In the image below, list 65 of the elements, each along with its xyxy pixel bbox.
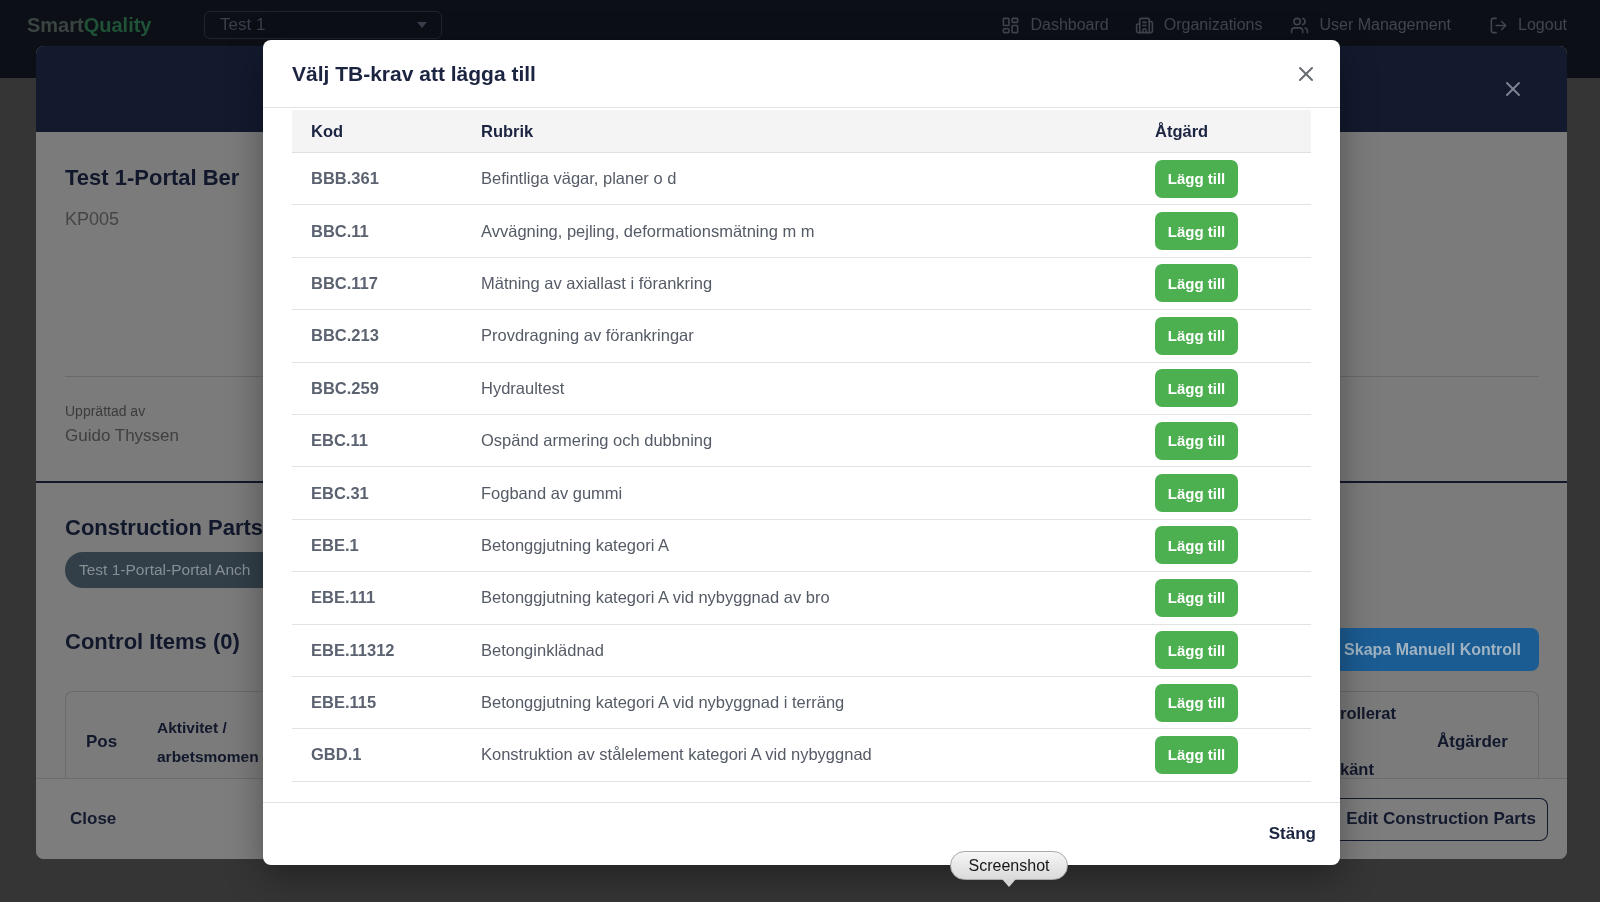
construction-part-tag: Test 1-Portal-Portal Anch	[65, 552, 263, 588]
add-button[interactable]: Lägg till	[1155, 578, 1238, 617]
title-cell-text: Betonggjutning kategori A vid nybyggnad av bro	[480, 588, 831, 608]
code-cell-text: BBB.361	[310, 169, 380, 189]
column-header: känt	[1340, 760, 1374, 778]
add-button[interactable]: Lägg till	[1155, 159, 1238, 198]
column-header: rollerat	[1340, 704, 1396, 722]
add-button[interactable]: Lägg till	[1155, 316, 1238, 355]
title-cell-text: Betonginklädnad	[480, 640, 605, 660]
column-header: Aktivitet / arbetsmomen	[157, 718, 260, 767]
code-cell-text: EBE.111	[310, 588, 377, 608]
nav-link[interactable]: Dashboard	[1001, 15, 1109, 35]
title-cell-text: Betonggjutning kategori A	[480, 535, 671, 555]
dialog-title: Välj TB-krav att lägga till	[292, 61, 536, 86]
column-header: Rubrik	[480, 121, 535, 141]
title-cell-text: Ospänd armering och dubbning	[480, 431, 714, 451]
add-button[interactable]: Lägg till	[1155, 264, 1238, 303]
title-cell-text: Hydraultest	[480, 378, 566, 398]
title-cell-text: Betonggjutning kategori A vid nybyggnad i terräng	[480, 693, 846, 713]
add-button[interactable]: Lägg till	[1155, 736, 1238, 774]
column-header: Åtgärder	[1437, 732, 1509, 752]
column-header: Åtgärd	[1154, 121, 1210, 141]
logout-icon	[1489, 15, 1509, 35]
add-button[interactable]: Lägg till	[1155, 631, 1238, 670]
close-button[interactable]: Close	[70, 809, 117, 829]
title-cell-text: Avvägning, pejling, deformationsmätning m m	[480, 221, 816, 241]
caret-icon	[417, 22, 427, 28]
code-cell-text: EBE.115	[310, 693, 378, 713]
code-cell-text: EBC.11	[310, 431, 369, 451]
tooltip: Screenshot	[950, 851, 1068, 887]
section-title: Construction Parts	[65, 514, 264, 542]
add-button[interactable]: Lägg till	[1155, 421, 1238, 460]
section-title: Control Items (0)	[65, 628, 240, 656]
edit-button[interactable]: Edit Construction Parts	[1340, 797, 1548, 841]
code-cell-text: EBE.1	[310, 535, 360, 555]
nav-link[interactable]: Organizations	[1134, 15, 1263, 35]
title-cell-text: Mätning av axiallast i förankring	[480, 273, 714, 293]
add-button[interactable]: Lägg till	[1155, 369, 1238, 408]
title-cell-text: Konstruktion av stålelement kategori A vid nybyggnad	[480, 745, 873, 765]
code-cell-text: BBC.117	[310, 273, 379, 293]
record-title: Test 1-Portal Ber	[65, 164, 240, 192]
create-control-button[interactable]: Skapa Manuell Kontroll	[1340, 628, 1539, 671]
field-value: Guido Thyssen	[65, 425, 180, 447]
field-label: Upprättad av	[65, 402, 146, 420]
title-cell-text: Provdragning av förankringar	[480, 326, 695, 346]
column-header: Pos	[86, 732, 119, 752]
code-cell-text: BBC.11	[310, 221, 370, 241]
users-icon	[1290, 15, 1310, 35]
dashboard-icon	[1001, 15, 1021, 35]
code-cell-text: GBD.1	[310, 745, 363, 765]
code-cell-text: EBE.11312	[310, 640, 396, 660]
add-button[interactable]: Lägg till	[1155, 526, 1238, 565]
add-button[interactable]: Lägg till	[1155, 683, 1238, 722]
code-cell-text: EBC.31	[310, 483, 370, 503]
building-icon	[1134, 15, 1154, 35]
close-button[interactable]: Stäng	[1268, 824, 1316, 844]
add-button[interactable]: Lägg till	[1155, 474, 1238, 513]
column-header: Kod	[310, 121, 345, 141]
add-button[interactable]: Lägg till	[1155, 212, 1238, 251]
code-cell-text: BBC.213	[310, 326, 380, 346]
code-cell-text: BBC.259	[310, 378, 380, 398]
title-cell-text: Fogband av gummi	[480, 483, 624, 503]
nav-link[interactable]: User Management	[1290, 15, 1452, 35]
title-cell-text: Befintliga vägar, planer o d	[480, 169, 678, 189]
nav-link[interactable]: Logout	[1489, 15, 1567, 35]
